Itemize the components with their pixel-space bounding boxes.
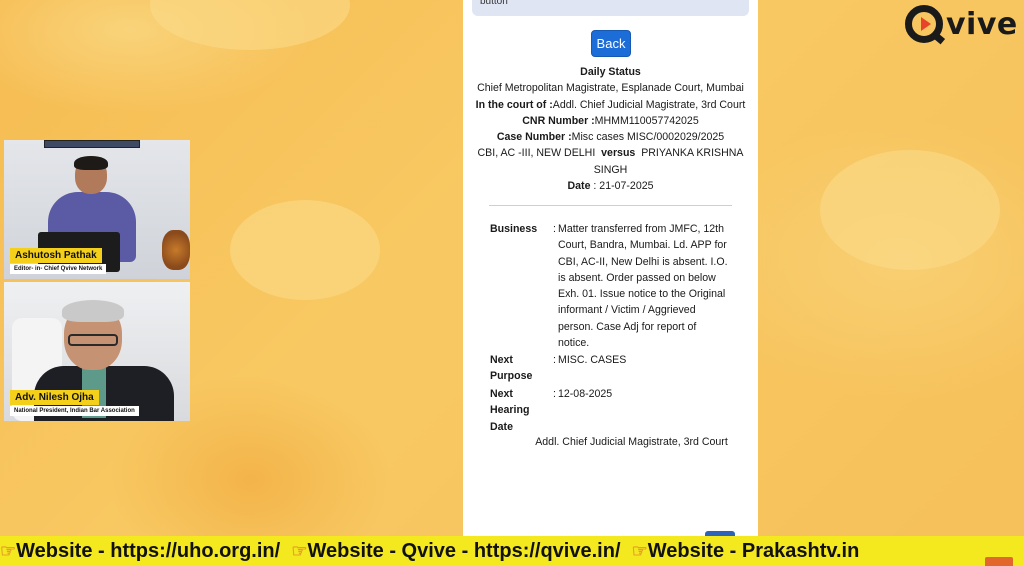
back-button[interactable]: Back [591,30,631,57]
video-feed-host: Ashutosh Pathak Editor- in- Chief Qvive … [4,140,190,279]
background-blob [150,0,350,50]
corner-badge [985,557,1013,566]
background-blob [230,200,380,300]
case-number-line: Case Number :Misc cases MISC/0002029/202… [496,131,725,144]
ticker-item: Website - Prakashtv.in [647,540,860,562]
host-hair [74,156,108,170]
divider [489,205,732,206]
host-name-tag: Ashutosh Pathak [10,248,102,263]
court-name: Chief Metropolitan Magistrate, Esplanade… [477,82,744,95]
qvive-logo: vive [905,0,1018,48]
cnr-line: CNR Number :MHMM110057742025 [522,114,699,127]
date-line: Date : 21-07-2025 [567,180,654,193]
logo-text: vive [946,6,1018,42]
page-title: Daily Status [580,66,641,78]
business-label: Business [490,223,538,235]
business-value: Matter transferred from JMFC, 12th Court… [558,223,728,350]
in-court-line: In the court of :Addl. Chief Judicial Ma… [475,98,746,111]
parties-line-2: SINGH [593,163,628,176]
next-hearing-row: Next Hearing Date : 12-08-2025 [490,386,732,435]
background-blob [820,150,1000,270]
pointing-hand-icon: ☞ [291,541,308,561]
guest-title-tag: National President, Indian Bar Associati… [10,406,139,416]
guest-glasses [68,334,118,346]
host-title-tag: Editor- in- Chief Qvive Network [10,264,107,274]
top-note: button [472,0,749,16]
next-hearing-value: 12-08-2025 [558,388,613,400]
ticker-item: Website - https://uho.org.in/ [16,540,281,562]
pointing-hand-icon: ☞ [631,541,648,561]
news-ticker: ☞Website - https://uho.org.in/ ☞Website … [0,536,1024,566]
video-feed-guest: Adv. Nilesh Ojha National President, Ind… [4,282,190,421]
parties-line: CBI, AC -III, NEW DELHI versus PRIYANKA … [477,147,744,160]
pointing-hand-icon: ☞ [0,541,17,561]
next-purpose-label: Next Purpose [490,354,533,383]
background-tv [44,140,140,148]
qvive-q-icon [905,5,943,43]
top-note-text: button [480,0,508,7]
next-purpose-row: Next Purpose : MISC. CASES [490,352,732,385]
case-summary: Daily Status Chief Metropolitan Magistra… [463,64,758,194]
ticker-item: Website - Qvive - https://qvive.in/ [307,540,621,562]
next-purpose-value: MISC. CASES [558,354,627,366]
background-plant [162,230,190,270]
business-row: Business : Matter transferred from JMFC,… [490,221,732,351]
play-icon [920,17,931,31]
guest-name-tag: Adv. Nilesh Ojha [10,390,99,405]
case-status-page: button Back Daily Status Chief Metropoli… [463,0,758,537]
guest-hair [62,300,124,322]
next-hearing-label: Next Hearing Date [490,388,530,433]
signature-line: Addl. Chief Judicial Magistrate, 3rd Cou… [535,436,728,448]
